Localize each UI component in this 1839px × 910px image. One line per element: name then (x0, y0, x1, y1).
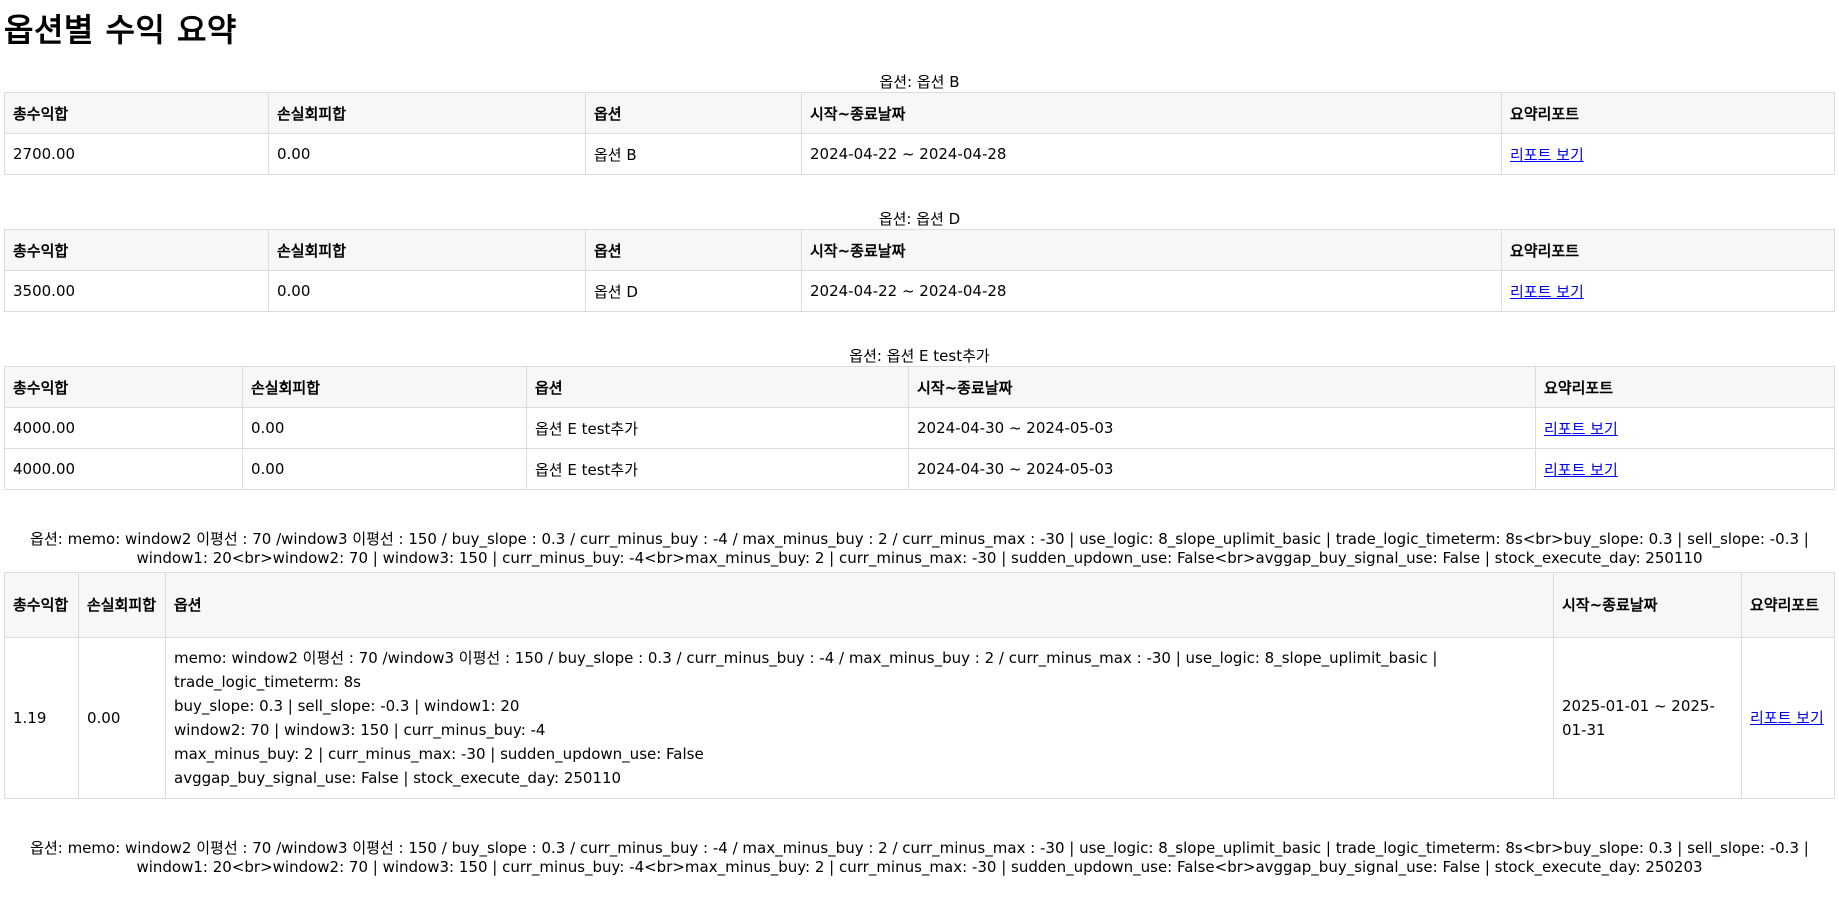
option-line: window2: 70 | window3: 150 | curr_minus_… (174, 721, 546, 739)
header-option: 옵션 (526, 366, 909, 408)
report-link[interactable]: 리포트 보기 (1510, 146, 1584, 164)
cell-report: 리포트 보기 (1501, 133, 1835, 175)
table-header-row: 총수익합 손실회피합 옵션 시작~종료날짜 요약리포트 (4, 92, 1835, 134)
cell-period: 2024-04-22 ~ 2024-04-28 (801, 270, 1502, 312)
cell-option: 옵션 E test추가 (526, 448, 909, 490)
cell-period: 2024-04-22 ~ 2024-04-28 (801, 133, 1502, 175)
table-row: 2700.00 0.00 옵션 B 2024-04-22 ~ 2024-04-2… (4, 133, 1835, 175)
report-link[interactable]: 리포트 보기 (1544, 420, 1618, 438)
cell-loss: 0.00 (268, 133, 586, 175)
cell-period: 2024-04-30 ~ 2024-05-03 (908, 407, 1536, 449)
header-period: 시작~종료날짜 (801, 229, 1502, 271)
header-option: 옵션 (585, 92, 802, 134)
summary-table: 총수익합 손실회피합 옵션 시작~종료날짜 요약리포트 3500.00 0.00… (4, 229, 1835, 312)
cell-loss: 0.00 (242, 407, 527, 449)
cell-option: 옵션 D (585, 270, 802, 312)
header-report: 요약리포트 (1741, 572, 1835, 638)
section-option-memo-250203: 옵션: memo: window2 이평선 : 70 /window3 이평선 … (4, 839, 1835, 877)
table-row: 4000.00 0.00 옵션 E test추가 2024-04-30 ~ 20… (4, 407, 1835, 449)
option-line: max_minus_buy: 2 | curr_minus_max: -30 |… (174, 745, 704, 763)
report-link[interactable]: 리포트 보기 (1544, 461, 1618, 479)
table-row: 1.19 0.00 memo: window2 이평선 : 70 /window… (4, 637, 1835, 799)
header-report: 요약리포트 (1535, 366, 1835, 408)
section-option-b: 옵션: 옵션 B 총수익합 손실회피합 옵션 시작~종료날짜 요약리포트 270… (4, 73, 1835, 175)
section-option-memo-250110: 옵션: memo: window2 이평선 : 70 /window3 이평선 … (4, 530, 1835, 799)
header-option: 옵션 (165, 572, 1554, 638)
header-total: 총수익합 (4, 92, 269, 134)
header-period: 시작~종료날짜 (1553, 572, 1742, 638)
page: 옵션별 수익 요약 옵션: 옵션 B 총수익합 손실회피합 옵션 시작~종료날짜… (0, 0, 1839, 877)
cell-option: 옵션 E test추가 (526, 407, 909, 449)
section-caption: 옵션: 옵션 B (879, 73, 960, 91)
cell-period: 2024-04-30 ~ 2024-05-03 (908, 448, 1536, 490)
table-header-row: 총수익합 손실회피합 옵션 시작~종료날짜 요약리포트 (4, 366, 1835, 408)
header-loss: 손실회피합 (242, 366, 527, 408)
header-period: 시작~종료날짜 (908, 366, 1536, 408)
summary-table: 총수익합 손실회피합 옵션 시작~종료날짜 요약리포트 1.19 0.00 me… (4, 572, 1835, 799)
header-option: 옵션 (585, 229, 802, 271)
cell-total: 3500.00 (4, 270, 269, 312)
cell-total: 4000.00 (4, 448, 243, 490)
page-title: 옵션별 수익 요약 (4, 11, 237, 49)
cell-total: 2700.00 (4, 133, 269, 175)
option-line: memo: window2 이평선 : 70 /window3 이평선 : 15… (174, 649, 1438, 691)
table-row: 4000.00 0.00 옵션 E test추가 2024-04-30 ~ 20… (4, 448, 1835, 490)
summary-table: 총수익합 손실회피합 옵션 시작~종료날짜 요약리포트 4000.00 0.00… (4, 366, 1835, 490)
table-header-row: 총수익합 손실회피합 옵션 시작~종료날짜 요약리포트 (4, 572, 1835, 638)
cell-total: 1.19 (4, 637, 79, 799)
cell-report: 리포트 보기 (1535, 448, 1835, 490)
cell-loss: 0.00 (242, 448, 527, 490)
header-loss: 손실회피합 (268, 92, 586, 134)
cell-option: memo: window2 이평선 : 70 /window3 이평선 : 15… (165, 637, 1554, 799)
header-period: 시작~종료날짜 (801, 92, 1502, 134)
summary-table: 총수익합 손실회피합 옵션 시작~종료날짜 요약리포트 2700.00 0.00… (4, 92, 1835, 175)
header-total: 총수익합 (4, 229, 269, 271)
table-header-row: 총수익합 손실회피합 옵션 시작~종료날짜 요약리포트 (4, 229, 1835, 271)
header-total: 총수익합 (4, 572, 79, 638)
header-total: 총수익합 (4, 366, 243, 408)
section-option-e: 옵션: 옵션 E test추가 총수익합 손실회피합 옵션 시작~종료날짜 요약… (4, 347, 1835, 490)
cell-loss: 0.00 (78, 637, 166, 799)
section-caption: 옵션: memo: window2 이평선 : 70 /window3 이평선 … (30, 839, 1809, 876)
option-line: buy_slope: 0.3 | sell_slope: -0.3 | wind… (174, 697, 520, 715)
header-loss: 손실회피합 (78, 572, 166, 638)
report-link[interactable]: 리포트 보기 (1510, 283, 1584, 301)
section-caption: 옵션: memo: window2 이평선 : 70 /window3 이평선 … (30, 530, 1809, 567)
section-option-d: 옵션: 옵션 D 총수익합 손실회피합 옵션 시작~종료날짜 요약리포트 350… (4, 210, 1835, 312)
table-row: 3500.00 0.00 옵션 D 2024-04-22 ~ 2024-04-2… (4, 270, 1835, 312)
header-loss: 손실회피합 (268, 229, 586, 271)
cell-loss: 0.00 (268, 270, 586, 312)
cell-option: 옵션 B (585, 133, 802, 175)
report-link[interactable]: 리포트 보기 (1750, 709, 1824, 727)
cell-period: 2025-01-01 ~ 2025-01-31 (1553, 637, 1742, 799)
section-caption: 옵션: 옵션 D (878, 210, 961, 228)
option-line: avggap_buy_signal_use: False | stock_exe… (174, 769, 622, 787)
cell-report: 리포트 보기 (1741, 637, 1835, 799)
section-caption: 옵션: 옵션 E test추가 (849, 347, 990, 365)
cell-report: 리포트 보기 (1535, 407, 1835, 449)
cell-total: 4000.00 (4, 407, 243, 449)
cell-report: 리포트 보기 (1501, 270, 1835, 312)
header-report: 요약리포트 (1501, 92, 1835, 134)
header-report: 요약리포트 (1501, 229, 1835, 271)
